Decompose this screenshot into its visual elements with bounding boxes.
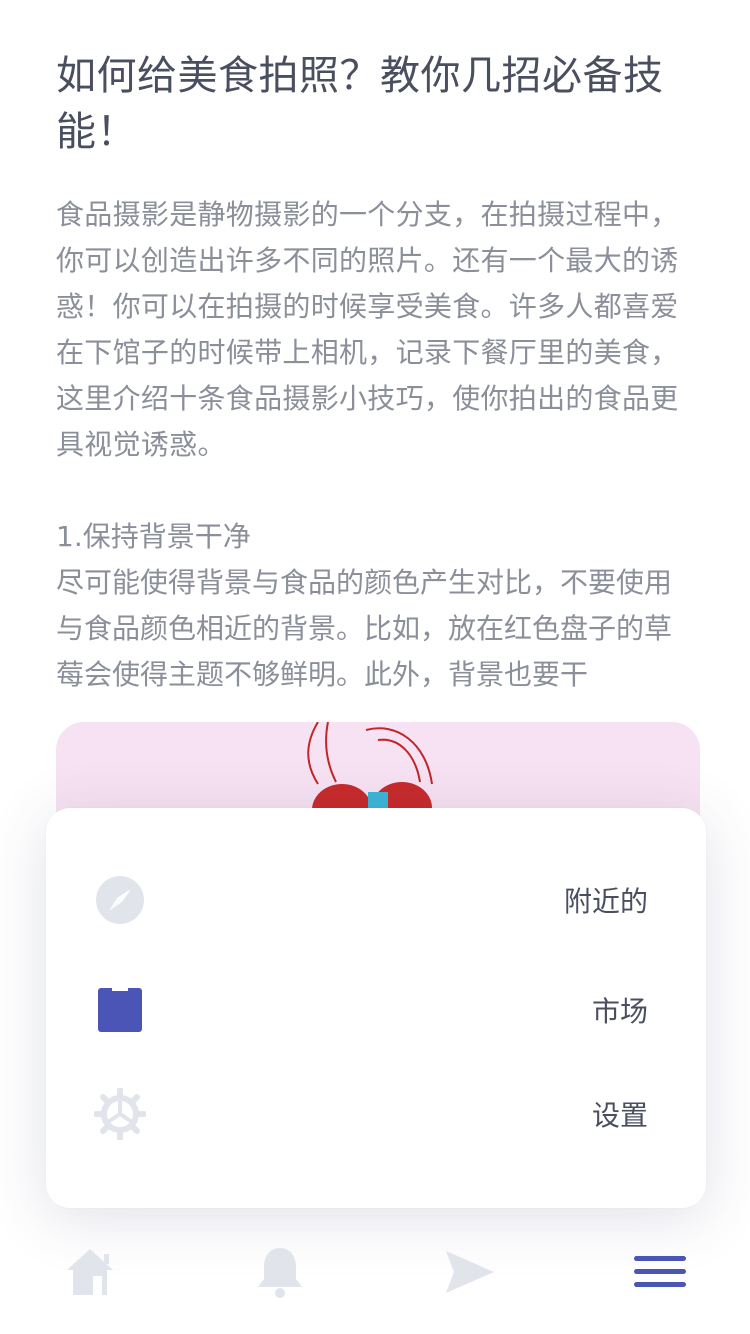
section-body: 尽可能使得背景与食品的颜色产生对比，不要使用与食品颜色相近的背景。比如，放在红色… — [56, 566, 673, 691]
menu-sheet: 附近的 市场 设置 — [46, 808, 706, 1208]
home-icon — [67, 1249, 113, 1295]
tab-send[interactable] — [440, 1242, 500, 1302]
menu-item-settings[interactable]: 设置 — [46, 1062, 706, 1166]
shopping-bag-icon — [94, 984, 146, 1036]
menu-item-label: 设置 — [591, 1099, 648, 1132]
article: 如何给美食拍照？教你几招必备技能！ 食品摄影是静物摄影的一个分支，在拍摄过程中，… — [56, 48, 696, 698]
menu-item-nearby[interactable]: 附近的 — [46, 848, 706, 952]
menu-icon — [634, 1256, 686, 1287]
menu-item-label: 市场 — [591, 995, 648, 1028]
bell-icon — [258, 1248, 302, 1298]
menu-item-market[interactable]: 市场 — [46, 958, 706, 1062]
tab-menu[interactable] — [630, 1242, 690, 1302]
tab-notifications[interactable] — [250, 1242, 310, 1302]
send-icon — [446, 1251, 494, 1293]
article-intro: 食品摄影是静物摄影的一个分支，在拍摄过程中，你可以创造出许多不同的照片。还有一个… — [56, 198, 679, 461]
tab-home[interactable] — [60, 1242, 120, 1302]
section-title: 1.保持背景干净 — [56, 520, 251, 553]
menu-item-label: 附近的 — [563, 885, 648, 918]
gear-icon — [94, 1088, 146, 1140]
compass-icon — [94, 874, 146, 926]
bottom-tab-bar — [0, 1222, 750, 1322]
article-title: 如何给美食拍照？教你几招必备技能！ — [56, 53, 664, 155]
